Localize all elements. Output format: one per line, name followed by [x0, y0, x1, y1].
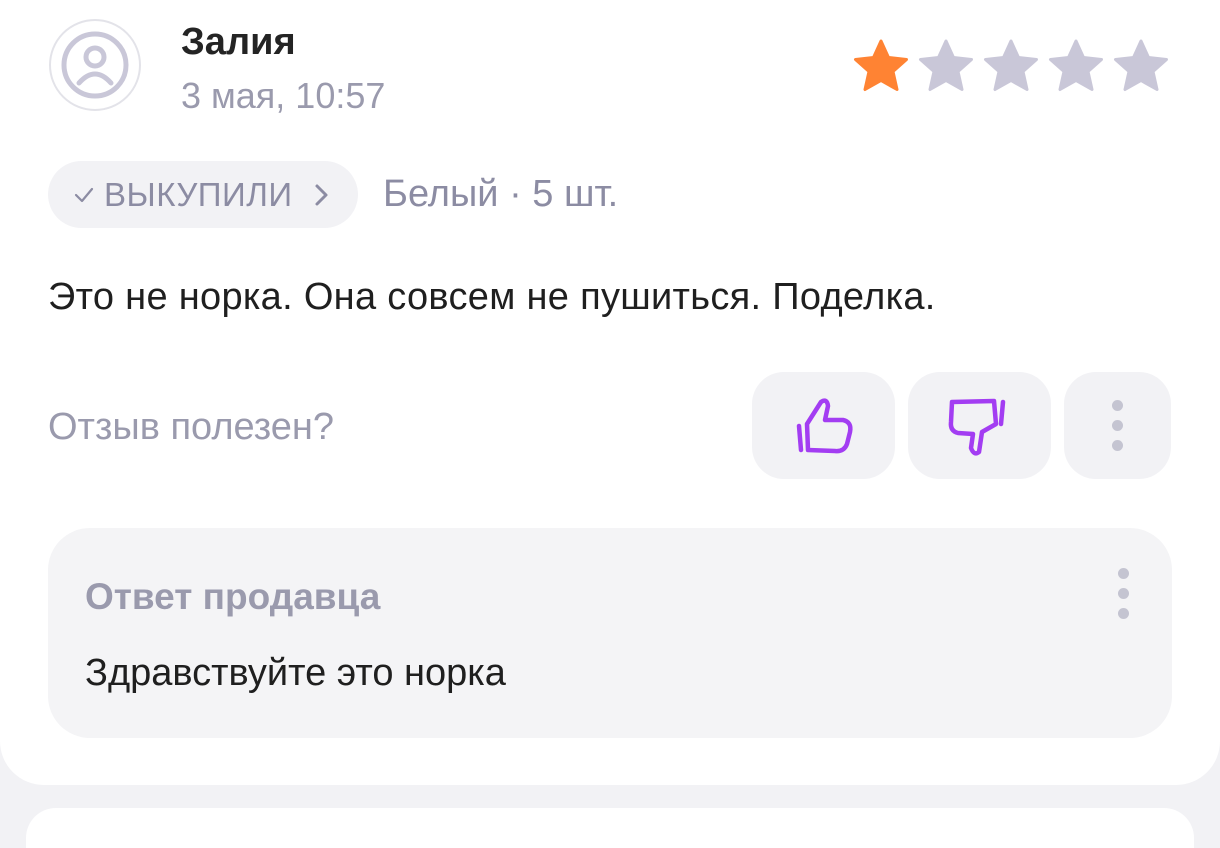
review-text: Это не норка. Она совсем не пушиться. По… — [48, 276, 936, 318]
user-icon — [61, 31, 129, 99]
star-empty-icon — [1049, 39, 1103, 91]
review-more-button[interactable] — [1064, 372, 1171, 479]
star-filled-icon — [854, 39, 908, 91]
more-vertical-icon[interactable] — [1118, 568, 1129, 619]
thumbs-up-icon — [796, 398, 853, 454]
seller-reply-text: Здравствуйте это норка — [85, 652, 506, 694]
review-card: Залия 3 мая, 10:57 ВЫКУПИЛИ Белый · 5 шт… — [0, 0, 1220, 785]
chevron-right-icon — [315, 184, 328, 205]
star-rating — [852, 37, 1170, 95]
seller-reply-title: Ответ продавца — [85, 576, 381, 617]
star-empty-icon — [919, 39, 973, 91]
dislike-button[interactable] — [908, 372, 1051, 479]
thumbs-down-icon — [948, 398, 1006, 456]
purchase-badge[interactable]: ВЫКУПИЛИ — [48, 161, 358, 228]
star-empty-icon — [984, 39, 1038, 91]
star-empty-icon — [1114, 39, 1168, 91]
seller-reply: Ответ продавца Здравствуйте это норка — [48, 528, 1172, 738]
more-vertical-icon — [1112, 400, 1123, 451]
like-button[interactable] — [752, 372, 895, 479]
next-review-card — [26, 808, 1194, 848]
check-icon — [74, 187, 94, 202]
avatar[interactable] — [49, 19, 141, 111]
product-variant: Белый · 5 шт. — [383, 173, 619, 215]
helpful-question: Отзыв полезен? — [48, 406, 335, 448]
purchase-badge-label: ВЫКУПИЛИ — [104, 175, 293, 213]
review-date: 3 мая, 10:57 — [181, 75, 386, 116]
author-name: Залия — [181, 21, 296, 63]
